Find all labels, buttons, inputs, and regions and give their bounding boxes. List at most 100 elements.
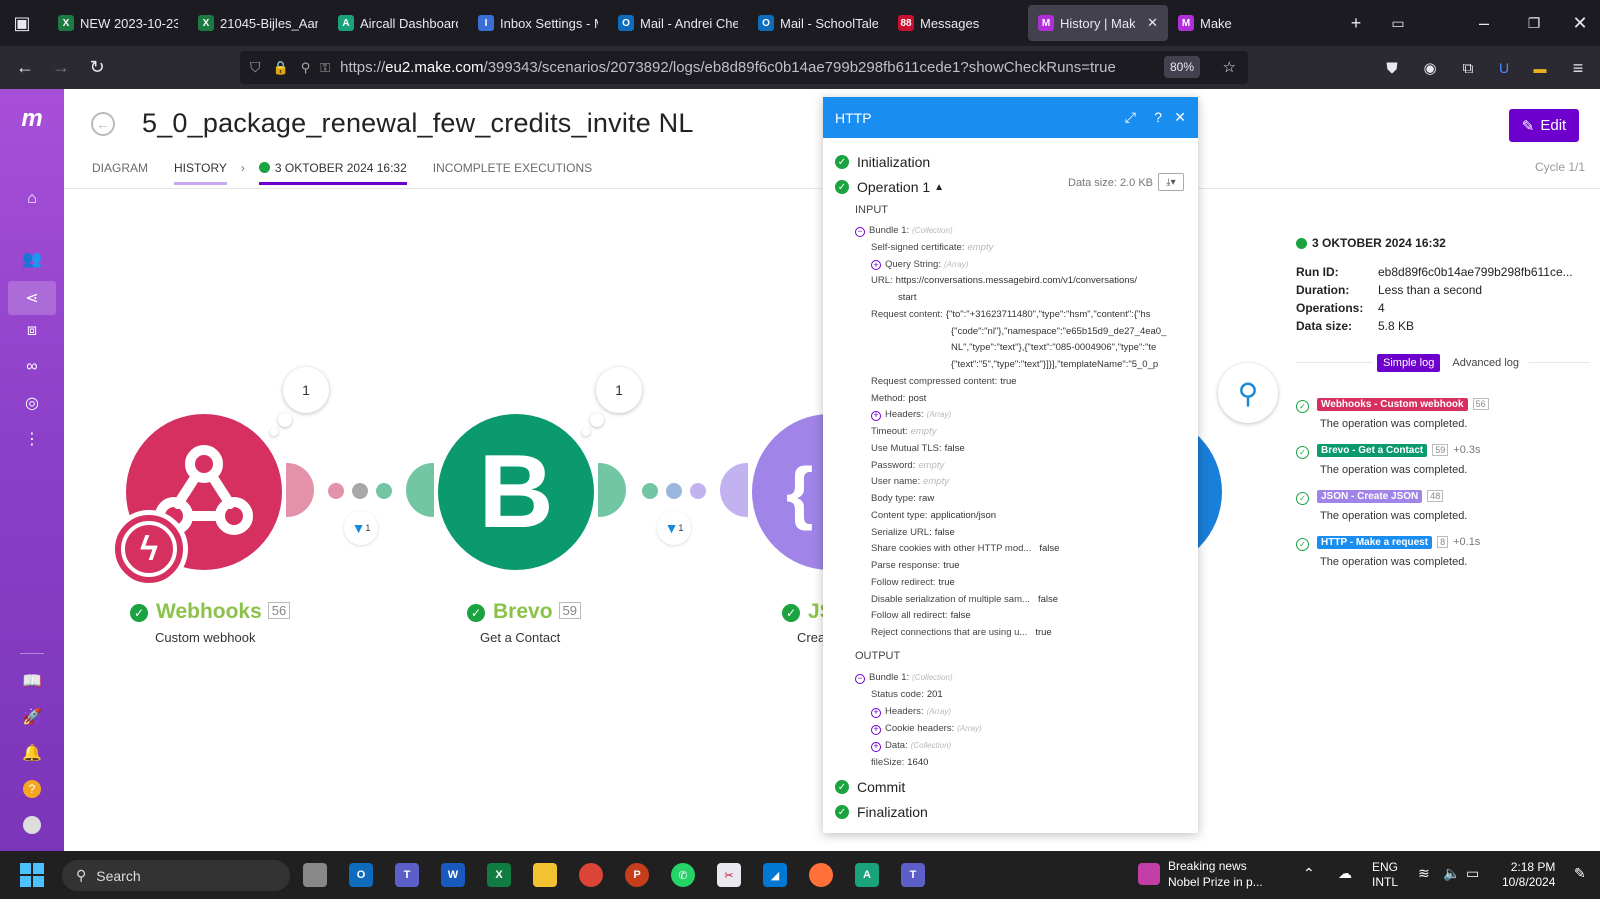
module-tag[interactable]: Brevo - Get a Contact [1317,444,1428,457]
connections-icon[interactable]: ∞ [18,353,46,381]
collapse-caret-icon[interactable]: ▲ [934,182,944,193]
brevo-ops-bubble[interactable]: 1 [596,367,642,413]
address-bar[interactable]: ⛉ 🔒 ⚲ ⚿ https://eu2.make.com/399343/scen… [240,51,1248,84]
taskbar-search[interactable]: ⚲ Search [62,860,290,891]
bundle-field-row[interactable]: + Data: (Collection) [871,740,951,752]
log-entry[interactable]: ✓ HTTP - Make a request 8 +0.1s The operatio… [1296,536,1480,568]
expand-plus-icon[interactable]: + [871,707,881,718]
browser-tab[interactable]: O Mail - SchoolTale [748,5,888,41]
expand-plus-icon[interactable]: + [871,260,881,270]
language-indicator[interactable]: ENG INTL [1372,860,1398,890]
help-icon[interactable]: ? [1154,109,1162,125]
close-icon[interactable]: ✕ [1174,109,1186,126]
restore-icon[interactable]: ❐ [1516,5,1552,41]
browser-tab[interactable]: I Inbox Settings - M [468,5,608,41]
bundle-field-row[interactable]: + Headers: (Array) [871,706,951,718]
log-entry[interactable]: ✓ Webhooks - Custom webhook 56 The operatio… [1296,398,1489,430]
browser-tab[interactable]: A Aircall Dashboard [328,5,468,41]
stage-finalization[interactable]: ✓ Finalization [835,804,928,820]
bundle-field-row[interactable]: + Headers: (Array) [871,409,951,421]
tab-incomplete-executions[interactable]: INCOMPLETE EXECUTIONS [433,161,592,185]
webhooks-ops-bubble[interactable]: 1 [283,367,329,413]
collapse-minus-icon[interactable]: − [855,673,865,684]
extension-flag-icon[interactable]: ▬ [1522,50,1558,86]
zoom-level[interactable]: 80% [1163,56,1200,78]
notifications-icon[interactable]: 🔔 [18,739,46,767]
log-entry[interactable]: ✓ Brevo - Get a Contact 59 +0.3s The operati… [1296,444,1480,476]
download-bundle-button[interactable]: ⤓▾ [1158,173,1184,191]
bundle-field-row[interactable]: − Bundle 1: (Collection) [855,225,953,237]
firefox-icon[interactable] [809,863,833,887]
apps-icon[interactable]: ⧈ [18,317,46,345]
minimize-icon[interactable]: – [1466,5,1502,41]
collapse-minus-icon[interactable]: − [855,226,865,237]
tab-diagram[interactable]: DIAGRAM [92,161,148,185]
browser-tab[interactable]: X NEW 2023-10-23_ [48,5,188,41]
browser-tab[interactable]: M Make [1168,5,1278,41]
back-icon[interactable]: ← [7,50,43,86]
shield-icon[interactable]: ⛉ [250,59,261,76]
expand-icon[interactable]: ⤢ [1125,109,1136,126]
reload-icon[interactable]: ↻ [79,50,115,86]
module-tag[interactable]: JSON - Create JSON [1317,490,1423,503]
wifi-icon[interactable]: ≋ [1418,865,1430,882]
home-icon[interactable]: ⌂ [18,185,46,213]
stage-initialization[interactable]: ✓ Initialization [835,154,930,170]
team-icon[interactable]: 👥 [18,245,46,273]
file-explorer-icon[interactable] [533,863,557,887]
extensions-icon[interactable]: ⧉ [1450,50,1486,86]
account-icon[interactable]: ◉ [1412,50,1448,86]
menu-icon[interactable]: ≡ [1560,50,1596,86]
bundle-field-row[interactable]: + Cookie headers: (Array) [871,723,982,735]
brevo-module[interactable]: B [438,414,594,570]
excel-icon[interactable]: X [487,863,511,887]
whatsapp-icon[interactable]: ✆ [671,863,695,887]
edit-button[interactable]: ✎ Edit [1509,109,1579,142]
module-tag[interactable]: HTTP - Make a request [1317,536,1433,549]
browser-tab[interactable]: M History | Make ✕ [1028,5,1168,41]
snipping-tool-icon[interactable]: ✂ [717,863,741,887]
bundle-field-row[interactable]: + Query String: (Array) [871,259,968,270]
back-arrow-icon[interactable]: ← [91,112,115,136]
pocket-icon[interactable]: ⛊ [1374,50,1410,86]
notification-center-icon[interactable]: ✎ [1574,865,1586,882]
webhooks-globe-icon[interactable]: ◎ [18,389,46,417]
http-search-bubble[interactable]: ⚲ [1218,363,1278,423]
avatar[interactable] [18,811,46,839]
more-icon[interactable]: ⋮ [18,425,46,453]
powerpoint-icon[interactable]: P [625,863,649,887]
close-window-icon[interactable]: ✕ [1562,5,1598,41]
tab-overview-icon[interactable]: ▣ [4,5,40,41]
close-tab-icon[interactable]: ✕ [1147,15,1158,31]
stage-operation[interactable]: ✓ Operation 1 ▲ [835,179,944,195]
scenarios-icon[interactable]: ⋖ [8,281,56,315]
tab-advanced-log[interactable]: Advanced log [1446,354,1525,372]
browser-tab[interactable]: O Mail - Andrei Che [608,5,748,41]
word-icon[interactable]: W [441,863,465,887]
log-entry[interactable]: ✓ JSON - Create JSON 48 The operation was c… [1296,490,1467,522]
browser-tab[interactable]: 88 Messages [888,5,1028,41]
lock-icon[interactable]: 🔒 [273,60,289,76]
filter-funnel-icon[interactable]: ▼ 1 [344,511,378,545]
bookmark-star-icon[interactable]: ☆ [1223,58,1236,76]
windows-start-icon[interactable] [20,863,44,887]
volume-icon[interactable]: 🔈 [1443,865,1460,882]
expand-plus-icon[interactable]: + [871,741,881,752]
permissions-icon[interactable]: ⚲ [301,60,311,76]
teams-icon[interactable]: T [395,863,419,887]
new-tab-icon[interactable]: + [1338,5,1374,41]
bundle-field-row[interactable]: − Bundle 1: (Collection) [855,672,953,684]
outlook-icon[interactable]: O [349,863,373,887]
tab-simple-log[interactable]: Simple log [1377,354,1441,372]
forward-icon[interactable]: → [43,50,79,86]
tray-chevron-icon[interactable]: ⌃ [1303,865,1315,882]
tab-list-icon[interactable]: ▭ [1380,5,1416,41]
url-text[interactable]: https://eu2.make.com/399343/scenarios/20… [340,59,1116,76]
tab-execution-date[interactable]: 3 OKTOBER 2024 16:32 [258,161,407,185]
expand-plus-icon[interactable]: + [871,410,881,421]
ublock-icon[interactable]: U [1486,50,1522,86]
key-icon[interactable]: ⚿ [320,60,330,76]
stage-commit[interactable]: ✓ Commit [835,779,905,795]
chrome-icon[interactable] [579,863,603,887]
teams-work-icon[interactable]: T [901,863,925,887]
